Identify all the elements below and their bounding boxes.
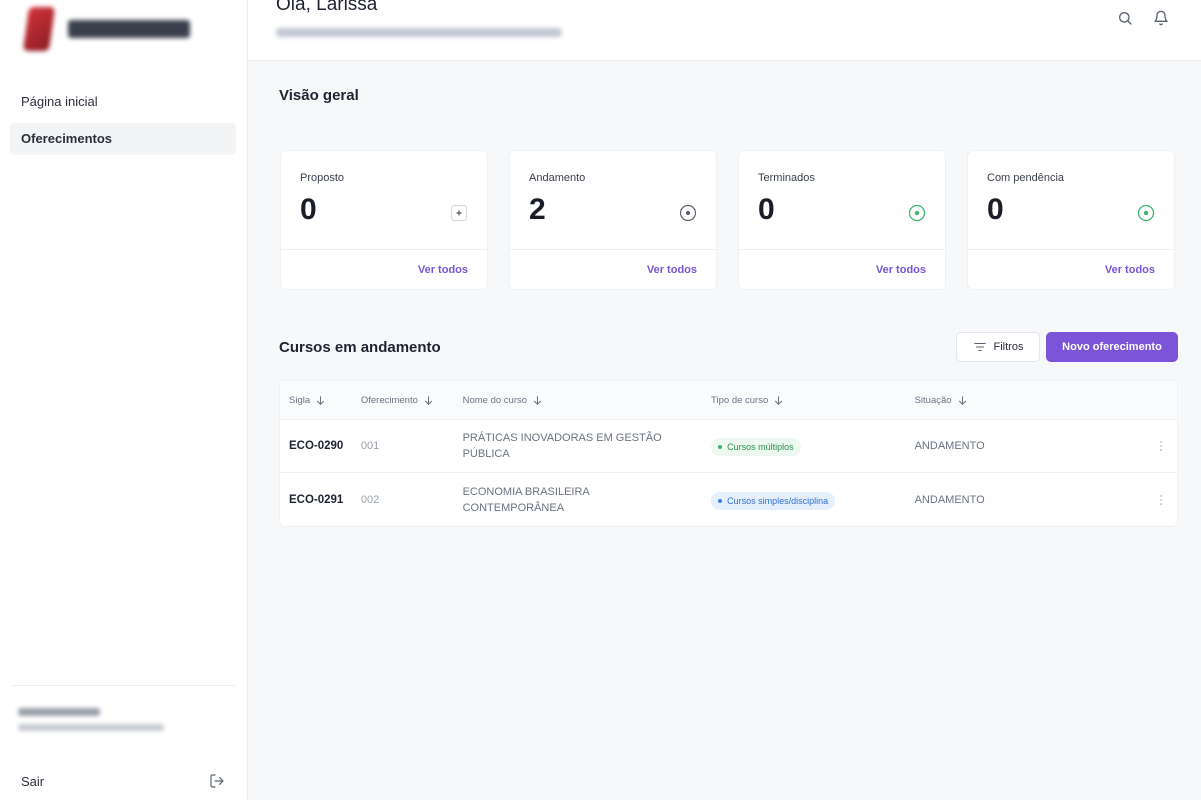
plus-square-icon (450, 204, 468, 222)
sort-arrow-icon (775, 395, 783, 405)
more-vertical-icon[interactable] (1154, 493, 1168, 507)
more-vertical-icon[interactable] (1154, 439, 1168, 453)
sidebar-item-oferecimentos[interactable]: Oferecimentos (10, 123, 236, 155)
sidebar-item-pagina-inicial[interactable]: Página inicial (10, 86, 236, 118)
card-divider (739, 249, 945, 250)
course-type-badge: Cursos simples/disciplina (711, 491, 836, 510)
brand-logo (22, 4, 202, 54)
check-circle-icon (1137, 204, 1155, 222)
cell-situacao: ANDAMENTO (914, 440, 985, 452)
column-header-sigla[interactable]: Sigla (280, 395, 361, 406)
status-card-proposto: Proposto 0 Ver todos (280, 150, 488, 290)
cell-tipo-de-curso: Cursos simples/disciplina (711, 490, 915, 510)
see-all-link-andamento[interactable]: Ver todos (647, 264, 697, 276)
cell-nome-do-curso: ECONOMIA BRASILEIRA CONTEMPORÂNEA (462, 485, 590, 514)
column-header-oferecimento[interactable]: Oferecimento (361, 395, 463, 406)
column-header-nome-do-curso[interactable]: Nome do curso (463, 395, 711, 406)
card-label: Andamento (529, 172, 586, 184)
row-actions (1144, 439, 1177, 453)
logout-icon (210, 774, 224, 788)
cell-sigla: ECO-0291 (289, 493, 344, 506)
check-circle-icon (908, 204, 926, 222)
greeting-subtitle-redacted (276, 28, 562, 37)
card-divider (968, 249, 1174, 250)
play-circle-icon (679, 204, 697, 222)
row-actions (1144, 493, 1177, 507)
card-divider (281, 249, 487, 250)
cell-sigla: ECO-0290 (289, 440, 344, 452)
course-type-badge: Cursos múltiplos (711, 438, 801, 456)
notifications-button[interactable] (1151, 8, 1171, 28)
sort-arrow-icon (958, 395, 966, 405)
cell-tipo-de-curso: Cursos múltiplos (711, 436, 915, 456)
logo-mark (22, 7, 56, 51)
bell-icon (1154, 10, 1168, 26)
status-card-com-pendencia: Com pendência 0 Ver todos (967, 150, 1175, 290)
see-all-link-com-pendencia[interactable]: Ver todos (1105, 264, 1155, 276)
cell-oferecimento: 002 (360, 493, 380, 506)
card-label: Com pendência (987, 172, 1065, 184)
new-offering-button[interactable]: Novo oferecimento (1046, 332, 1178, 362)
cell-situacao: ANDAMENTO (914, 493, 985, 506)
search-icon (1119, 12, 1132, 25)
badge-dot (718, 498, 723, 503)
see-all-link-terminados[interactable]: Ver todos (876, 264, 926, 276)
status-card-andamento: Andamento 2 Ver todos (509, 150, 717, 290)
user-email-redacted (18, 724, 164, 731)
column-header-tipo-de-curso[interactable]: Tipo de curso (711, 395, 915, 406)
app-root: Página inicial Oferecimentos Sair Olá, L… (0, 0, 1201, 800)
courses-section-title: Cursos em andamento (279, 339, 441, 356)
sort-arrow-icon (317, 395, 325, 405)
table-row[interactable]: ECO-0291 002 ECONOMIA BRASILEIRA CONTEMP… (280, 473, 1177, 526)
card-divider (510, 249, 716, 250)
topbar-actions (1115, 8, 1171, 28)
sort-arrow-icon (534, 395, 542, 405)
table-header: Sigla Oferecimento Nome do curso Tipo de… (280, 381, 1177, 420)
logout-button[interactable]: Sair (12, 768, 225, 794)
search-button[interactable] (1115, 8, 1135, 28)
card-label: Terminados (758, 172, 815, 184)
status-card-terminados: Terminados 0 Ver todos (738, 150, 946, 290)
filters-label: Filtros (993, 341, 1024, 353)
overview-cards: Proposto 0 Ver todos Andamento 2 Ver tod… (280, 150, 1175, 290)
logo-wordmark (68, 20, 190, 38)
cell-oferecimento: 001 (360, 440, 380, 452)
filters-button[interactable]: Filtros (956, 332, 1040, 362)
sidebar-divider (12, 685, 235, 686)
see-all-link-proposto[interactable]: Ver todos (418, 264, 468, 276)
logout-label: Sair (21, 773, 45, 789)
user-name-redacted (18, 708, 100, 716)
table-row[interactable]: ECO-0290 001 PRÁTICAS INOVADORAS EM GEST… (280, 420, 1177, 473)
cell-nome-do-curso: PRÁTICAS INOVADORAS EM GESTÃO PÚBLICA (462, 432, 662, 460)
sidebar: Página inicial Oferecimentos Sair (0, 0, 248, 800)
courses-table: Sigla Oferecimento Nome do curso Tipo de… (279, 380, 1178, 527)
greeting-title: Olá, Larissa (276, 0, 378, 15)
card-value: 0 (758, 193, 775, 226)
column-header-situacao[interactable]: Situação (915, 395, 1144, 406)
card-value: 2 (529, 193, 546, 226)
card-value: 0 (987, 193, 1004, 226)
badge-dot (718, 445, 723, 449)
card-label: Proposto (300, 172, 345, 184)
card-value: 0 (300, 193, 317, 226)
sidebar-nav: Página inicial Oferecimentos (10, 86, 236, 160)
overview-title: Visão geral (279, 87, 359, 104)
main-content: Olá, Larissa Visão geral Proposto 0 Ver … (248, 0, 1201, 800)
sort-arrow-icon (424, 395, 432, 405)
topbar: Olá, Larissa (248, 0, 1201, 61)
user-info-redacted (18, 708, 164, 731)
filter-icon (973, 342, 986, 352)
